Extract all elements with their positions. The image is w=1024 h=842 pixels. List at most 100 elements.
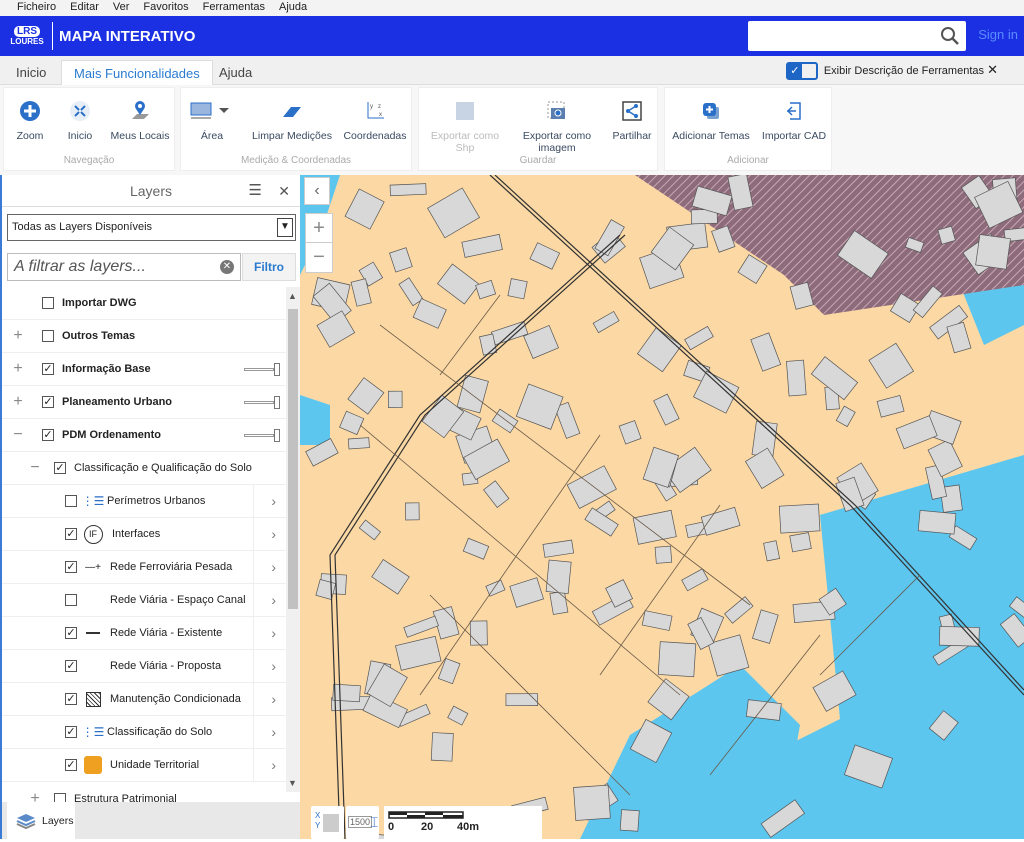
layer-item[interactable]: ✓ › Rede Viária - Existente — [2, 617, 286, 650]
expand-icon[interactable]: − — [12, 426, 24, 444]
zoom-in-button[interactable]: + — [306, 214, 332, 243]
layer-item[interactable]: − ✓ PDM Ordenamento — [2, 419, 286, 452]
building — [618, 420, 642, 445]
opacity-slider[interactable] — [244, 396, 280, 409]
building — [389, 247, 413, 273]
filter-button[interactable]: Filtro — [242, 253, 296, 281]
close-icon[interactable]: ✕ — [278, 175, 290, 207]
building — [332, 683, 361, 703]
tab-ajuda[interactable]: Ajuda — [207, 60, 264, 85]
layer-item[interactable]: ✓ › Unidade Territorial — [2, 749, 286, 782]
chevron-right-icon[interactable]: › — [271, 658, 276, 674]
tab-inicio[interactable]: Inicio — [4, 60, 58, 85]
chevron-right-icon[interactable]: › — [271, 559, 276, 575]
building — [437, 657, 461, 685]
layer-item[interactable]: + Outros Temas — [2, 320, 286, 353]
show-descriptions-toggle[interactable]: ✓ Exibir Descrição de Ferramentas — [785, 62, 984, 80]
map-view[interactable] — [300, 175, 1024, 839]
coordenadas-button[interactable]: yzx Coordenadas — [343, 98, 407, 142]
building — [389, 183, 427, 197]
opacity-slider[interactable] — [244, 429, 280, 442]
map-canvas[interactable] — [300, 175, 1024, 839]
search-input[interactable] — [748, 21, 966, 51]
layer-checkbox[interactable]: ✓ — [65, 759, 77, 771]
expand-icon[interactable]: + — [12, 327, 24, 345]
area-button[interactable]: Área — [187, 98, 237, 142]
layer-item[interactable]: ✓ › Manutenção Condicionada — [2, 683, 286, 716]
layer-checkbox[interactable]: ✓ — [65, 561, 77, 573]
layer-checkbox[interactable] — [65, 594, 77, 606]
loures-logo[interactable]: LRS LOURES — [8, 21, 46, 51]
layer-item[interactable]: ⋮☰ › Perímetros Urbanos — [2, 485, 286, 518]
toggle-switch[interactable]: ✓ — [785, 62, 818, 80]
tab-mais-funcionalidades[interactable]: Mais Funcionalidades — [61, 60, 213, 85]
layer-item[interactable]: › Rede Viária - Espaço Canal — [2, 584, 286, 617]
layer-checkbox[interactable]: ✓ — [65, 660, 77, 672]
building — [975, 234, 1011, 270]
search-icon[interactable] — [940, 26, 960, 46]
layer-item[interactable]: + ✓ Informação Base — [2, 353, 286, 386]
scale-button[interactable]: 1500 ⌶ — [346, 806, 379, 839]
chevron-right-icon[interactable]: › — [271, 757, 276, 773]
expand-icon[interactable]: − — [29, 459, 41, 477]
layer-item[interactable]: ✓ —+ › Rede Ferroviária Pesada — [2, 551, 286, 584]
chevron-right-icon[interactable]: › — [271, 493, 276, 509]
expand-icon[interactable]: + — [12, 360, 24, 378]
layer-item[interactable]: Importar DWG — [2, 287, 286, 320]
menu-ferramentas[interactable]: Ferramentas — [203, 0, 265, 16]
layer-item[interactable]: − ✓ Classificação e Qualificação do Solo — [2, 452, 286, 485]
group-label: Adicionar — [727, 155, 769, 166]
menu-ver[interactable]: Ver — [113, 0, 130, 16]
chevron-right-icon[interactable]: › — [271, 724, 276, 740]
building — [657, 641, 697, 678]
opacity-slider[interactable] — [244, 363, 280, 376]
layer-item[interactable]: ✓ IF › Interfaces — [2, 518, 286, 551]
inicio-button[interactable]: Inicio — [60, 98, 100, 142]
layer-checkbox[interactable]: ✓ — [65, 528, 77, 540]
svg-text:y: y — [370, 104, 373, 110]
layer-item[interactable]: ✓ ⋮☰ › Classificação do Solo — [2, 716, 286, 749]
menu-ajuda[interactable]: Ajuda — [279, 0, 307, 16]
meus-locais-button[interactable]: Meus Locais — [110, 98, 170, 142]
layer-checkbox[interactable]: ✓ — [65, 693, 77, 705]
filter-input[interactable]: A filtrar as layers... ✕ — [7, 253, 241, 281]
layer-checkbox[interactable]: ✓ — [42, 363, 54, 375]
tab-layers[interactable]: Layers — [7, 802, 75, 839]
layer-item[interactable]: + ✓ Planeamento Urbano — [2, 386, 286, 419]
layer-checkbox[interactable]: ✓ — [65, 726, 77, 738]
chevron-right-icon[interactable]: › — [271, 691, 276, 707]
zoom-button[interactable]: Zoom — [10, 98, 50, 142]
limpar-medicoes-button[interactable]: Limpar Medições — [251, 98, 333, 142]
layer-checkbox[interactable]: ✓ — [42, 396, 54, 408]
building — [462, 537, 490, 560]
expand-icon[interactable]: + — [12, 393, 24, 411]
exportar-shp-button[interactable]: Exportar como Shp — [427, 98, 503, 154]
coordinate-grid-button[interactable]: XY — [311, 806, 344, 839]
menu-favoritos[interactable]: Favoritos — [143, 0, 188, 16]
svg-text:X: X — [315, 811, 321, 820]
layer-checkbox[interactable] — [42, 297, 54, 309]
partilhar-button[interactable]: Partilhar — [607, 98, 657, 142]
menu-ficheiro[interactable]: Ficheiro — [17, 0, 56, 16]
clear-icon[interactable]: ✕ — [220, 260, 234, 274]
layers-select[interactable]: Todas as Layers Disponíveis ▼ — [7, 214, 296, 241]
layer-item[interactable]: ✓ › Rede Viária - Proposta — [2, 650, 286, 683]
layer-checkbox[interactable] — [42, 330, 54, 342]
layer-checkbox[interactable] — [65, 495, 77, 507]
exportar-imagem-button[interactable]: Exportar como imagem — [519, 98, 595, 154]
chevron-right-icon[interactable]: › — [271, 625, 276, 641]
sign-in-link[interactable]: Sign in — [978, 27, 1018, 42]
importar-cad-button[interactable]: Importar CAD — [759, 98, 829, 142]
collapse-panel-button[interactable]: ‹ — [304, 177, 330, 205]
layer-checkbox[interactable]: ✓ — [42, 429, 54, 441]
layer-checkbox[interactable]: ✓ — [54, 462, 66, 474]
scrollbar[interactable]: ▲ ▼ — [286, 287, 300, 792]
zoom-out-button[interactable]: − — [306, 243, 332, 272]
list-menu-icon[interactable]: ☰ — [249, 175, 262, 207]
adicionar-temas-button[interactable]: Adicionar Temas — [669, 98, 753, 142]
chevron-right-icon[interactable]: › — [271, 592, 276, 608]
layer-checkbox[interactable]: ✓ — [65, 627, 77, 639]
chevron-right-icon[interactable]: › — [271, 526, 276, 542]
menu-editar[interactable]: Editar — [70, 0, 99, 16]
close-icon[interactable]: ✕ — [987, 62, 998, 78]
